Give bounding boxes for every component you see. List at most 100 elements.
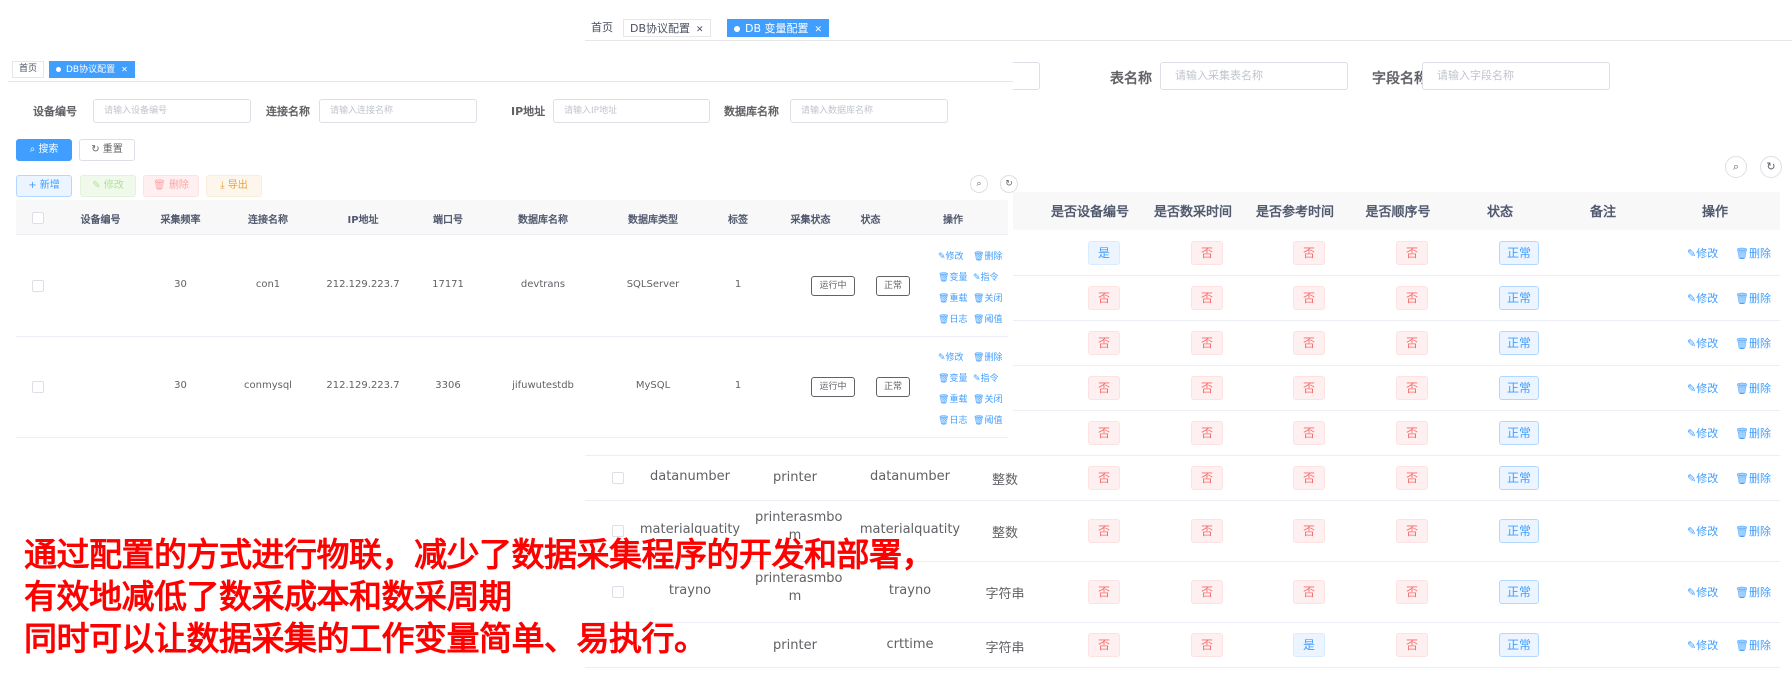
command-link[interactable]: ✎指令 — [973, 270, 999, 283]
reload-link[interactable]: 🗑重载 — [938, 291, 967, 304]
bool-tag-device: 否 — [1088, 285, 1120, 310]
export-button[interactable]: ⤓ 导出 — [206, 175, 262, 197]
add-button[interactable]: + 新增 — [16, 175, 72, 197]
trash-icon: 🗑 — [973, 315, 985, 325]
collect-status-badge: 运行中 — [811, 376, 855, 397]
refresh-icon[interactable]: ↻ — [1760, 156, 1782, 178]
bool-tag-device: 否 — [1088, 330, 1120, 355]
refresh-icon[interactable]: ↻ — [1000, 175, 1018, 193]
search-icon[interactable]: ⌕ — [970, 175, 988, 193]
col-header-is-seq: 是否顺序号 — [1365, 205, 1431, 220]
edit-link[interactable]: ✎修改 — [1687, 425, 1718, 441]
bool-tag-collect-time: 否 — [1191, 465, 1223, 490]
variable-link[interactable]: 🗑变量 — [938, 270, 967, 283]
col-header-is-device: 是否设备编号 — [1050, 205, 1129, 220]
row-checkbox[interactable] — [612, 472, 624, 484]
variable-link[interactable]: 🗑变量 — [938, 371, 967, 384]
status-badge: 正常 — [876, 275, 910, 296]
threshold-link-label: 阈值 — [984, 416, 1003, 426]
delete-link[interactable]: 🗑删除 — [1735, 425, 1771, 441]
status-badge: 正常 — [1499, 285, 1539, 310]
delete-link[interactable]: 🗑删除 — [973, 249, 1002, 262]
delete-button[interactable]: 🗑 删除 — [143, 175, 199, 197]
delete-link[interactable]: 🗑删除 — [1735, 335, 1771, 351]
row-checkbox[interactable] — [32, 380, 44, 393]
search-button-label: 搜索 — [38, 144, 59, 155]
trash-icon: 🗑 — [1735, 524, 1749, 538]
delete-link[interactable]: 🗑删除 — [1735, 380, 1771, 396]
edit-link-label: 修改 — [1696, 426, 1719, 440]
cell-freq: 30 — [174, 278, 187, 290]
delete-link[interactable]: 🗑删除 — [1735, 290, 1771, 306]
delete-link-label: 删除 — [1748, 638, 1771, 652]
field-name-input[interactable]: 请输入字段名称 — [1422, 62, 1610, 90]
bool-tag-ref-time: 是 — [1293, 632, 1325, 657]
row-divider — [16, 336, 1008, 337]
delete-link[interactable]: 🗑删除 — [1735, 637, 1771, 653]
cell-data-type: 整数 — [991, 473, 1018, 488]
bool-tag-device: 是 — [1088, 240, 1120, 265]
edit-link[interactable]: ✎修改 — [938, 350, 964, 363]
table-name-input[interactable]: 请输入采集表名称 — [1160, 62, 1348, 90]
bool-tag-collect-time: 否 — [1191, 518, 1223, 543]
edit-link[interactable]: ✎修改 — [938, 249, 964, 262]
tab-home[interactable]: 首页 — [585, 19, 619, 37]
log-link[interactable]: 🗑日志 — [938, 413, 967, 426]
tab-home[interactable]: 首页 — [12, 61, 45, 78]
reset-button[interactable]: ↻ 重置 — [79, 139, 135, 161]
close-icon[interactable]: ✕ — [121, 65, 128, 74]
edit-button[interactable]: ✎ 修改 — [80, 175, 136, 197]
delete-link[interactable]: 🗑删除 — [1735, 523, 1771, 539]
edit-link[interactable]: ✎修改 — [1687, 637, 1718, 653]
db-name-input[interactable]: 请输入数据库名称 — [790, 99, 948, 123]
edit-link[interactable]: ✎修改 — [1687, 470, 1718, 486]
col-header: 连接名称 — [248, 215, 288, 226]
delete-link[interactable]: 🗑删除 — [1735, 584, 1771, 600]
caption-line-2: 有效地减低了数采成本和数采周期 — [24, 577, 512, 616]
cell-db: jifuwutestdb — [512, 379, 574, 391]
edit-link[interactable]: ✎修改 — [1687, 245, 1718, 261]
ip-input[interactable]: 请输入IP地址 — [553, 99, 710, 123]
cell-ip: 212.129.223.7 — [326, 379, 400, 391]
close-icon[interactable]: ✕ — [815, 25, 823, 35]
delete-link-label: 删除 — [1748, 246, 1771, 260]
edit-link-label: 修改 — [1696, 336, 1719, 350]
bool-tag-seq: 否 — [1396, 420, 1428, 445]
export-button-label: 导出 — [227, 180, 248, 191]
close-icon[interactable]: ✕ — [696, 25, 704, 35]
row-checkbox[interactable] — [32, 279, 44, 292]
tab-db-protocol[interactable]: DB协议配置 ✕ — [623, 19, 711, 37]
edit-link[interactable]: ✎修改 — [1687, 523, 1718, 539]
edit-link-label: 修改 — [1696, 291, 1719, 305]
close-link[interactable]: 🗑关闭 — [973, 291, 1002, 304]
select-all-checkbox[interactable] — [32, 212, 44, 224]
edit-link[interactable]: ✎修改 — [1687, 380, 1718, 396]
search-icon[interactable]: ⌕ — [1725, 156, 1747, 178]
log-link[interactable]: 🗑日志 — [938, 312, 967, 325]
edit-link-label: 修改 — [945, 353, 964, 363]
edit-link-label: 修改 — [945, 252, 964, 262]
edit-icon: ✎ — [1687, 336, 1697, 350]
cell-port: 17171 — [432, 278, 464, 290]
edit-icon: ✎ — [92, 180, 104, 191]
close-link[interactable]: 🗑关闭 — [973, 392, 1002, 405]
delete-link[interactable]: 🗑删除 — [1735, 470, 1771, 486]
tab-db-variable[interactable]: DB 变量配置 ✕ — [727, 19, 830, 37]
search-button[interactable]: ⌕ 搜索 — [16, 139, 72, 161]
device-no-input[interactable]: 请输入设备编号 — [93, 99, 251, 123]
conn-name-input[interactable]: 请输入连接名称 — [319, 99, 477, 123]
reload-link[interactable]: 🗑重载 — [938, 392, 967, 405]
edit-link[interactable]: ✎修改 — [1687, 290, 1718, 306]
delete-link[interactable]: 🗑删除 — [973, 350, 1002, 363]
col-header: 采集频率 — [160, 215, 201, 226]
edit-link[interactable]: ✎修改 — [1687, 584, 1718, 600]
edit-link-label: 修改 — [1696, 246, 1719, 260]
tab-db-protocol[interactable]: DB协议配置 ✕ — [49, 61, 135, 78]
edit-link[interactable]: ✎修改 — [1687, 335, 1718, 351]
bool-tag-ref-time: 否 — [1293, 420, 1325, 445]
tabs-bar: 首页 DB协议配置 ✕ — [8, 57, 1013, 82]
command-link[interactable]: ✎指令 — [973, 371, 999, 384]
delete-link[interactable]: 🗑删除 — [1735, 245, 1771, 261]
threshold-link[interactable]: 🗑阈值 — [973, 312, 1002, 325]
threshold-link[interactable]: 🗑阈值 — [973, 413, 1002, 426]
